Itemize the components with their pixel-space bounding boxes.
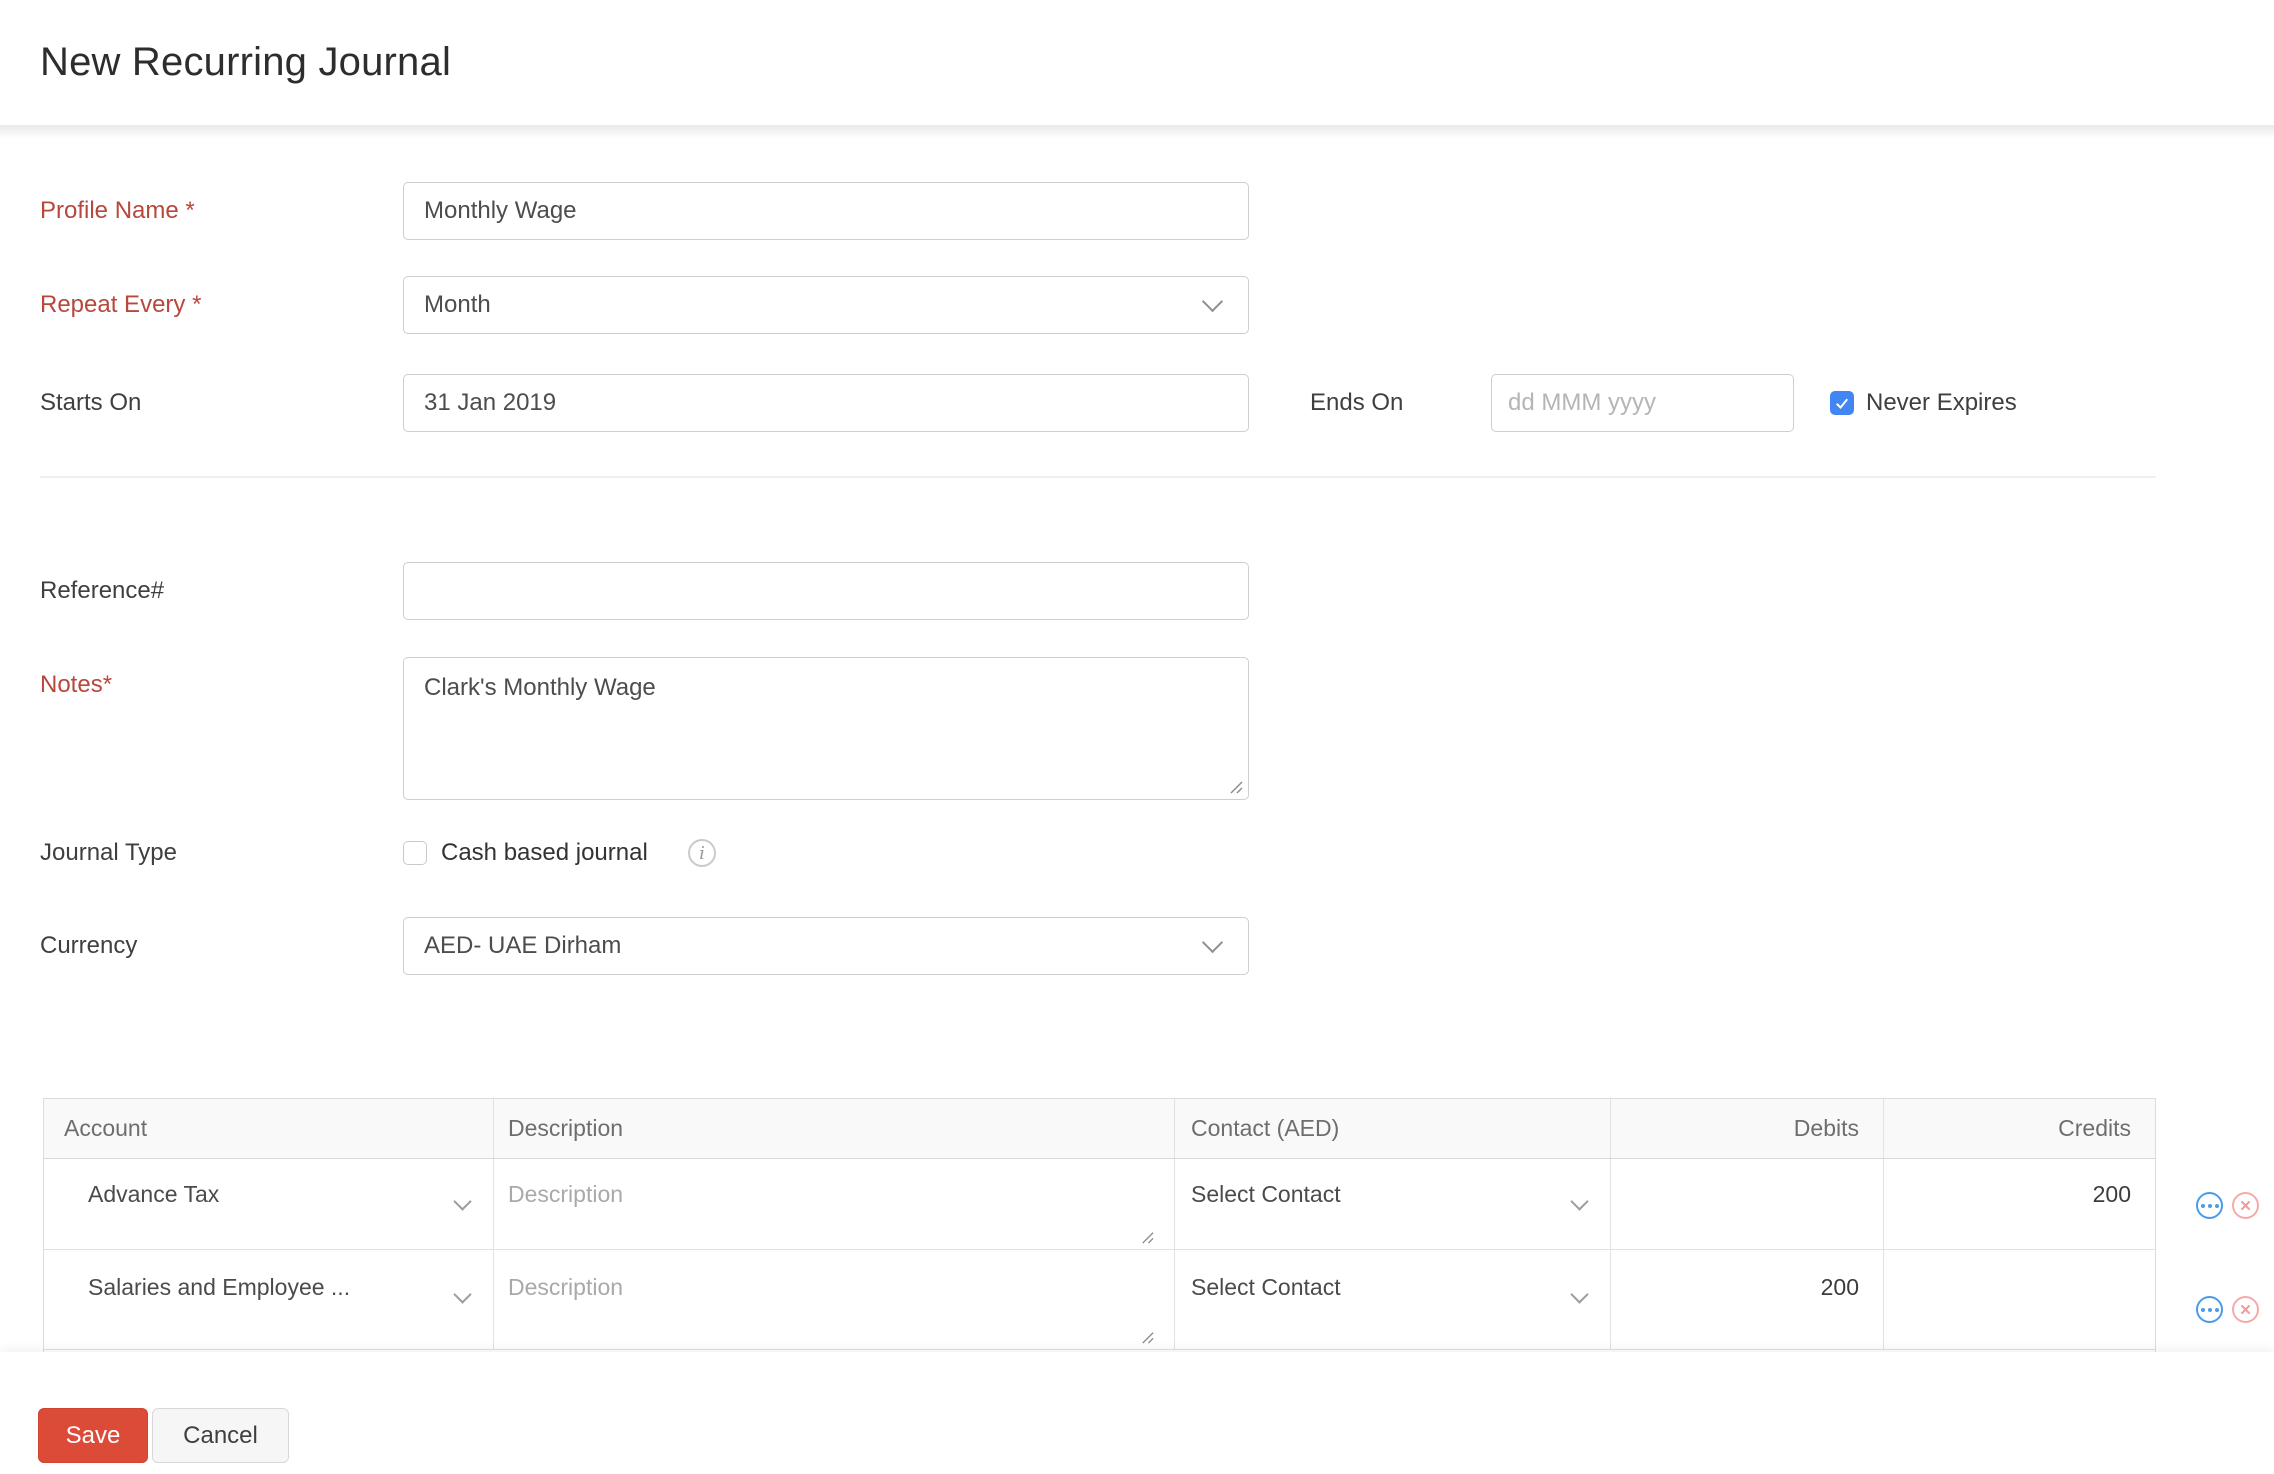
table-row: Salaries and Employee ... Description Se…	[44, 1250, 2155, 1350]
description-placeholder: Description	[508, 1274, 624, 1300]
journal-lines-table: Account Description Contact (AED) Debits…	[43, 1098, 2156, 1352]
chevron-down-icon	[453, 1285, 472, 1304]
credits-value: 200	[2092, 1181, 2131, 1207]
description-placeholder: Description	[508, 1181, 624, 1207]
notes-textarea[interactable]: Clark's Monthly Wage	[403, 657, 1249, 800]
chevron-down-icon	[1201, 931, 1224, 954]
debits-value: 200	[1820, 1274, 1859, 1300]
resize-grip-icon[interactable]	[1139, 1329, 1154, 1344]
column-header-contact: Contact (AED)	[1175, 1099, 1611, 1158]
journal-type-label: Journal Type	[40, 839, 177, 866]
chevron-down-icon	[453, 1192, 472, 1211]
ends-on-input[interactable]	[1491, 374, 1794, 432]
debits-input[interactable]	[1611, 1159, 1884, 1249]
never-expires-label: Never Expires	[1866, 389, 2017, 416]
cash-based-journal-checkbox[interactable]	[403, 841, 427, 865]
contact-value: Select Contact	[1191, 1181, 1341, 1207]
reference-label: Reference#	[40, 577, 165, 604]
row-menu-button[interactable]	[2196, 1296, 2223, 1323]
footer-bar	[0, 1352, 2274, 1474]
credits-input[interactable]	[1884, 1250, 2155, 1349]
notes-label: Notes*	[40, 671, 113, 698]
table-row: Advance Tax Description Select Contact 2…	[44, 1159, 2155, 1250]
account-value: Advance Tax	[88, 1181, 220, 1207]
ends-on-label: Ends On	[1310, 389, 1404, 416]
reference-input[interactable]	[403, 562, 1249, 620]
account-select[interactable]: Salaries and Employee ...	[44, 1250, 494, 1349]
repeat-every-label: Repeat Every *	[40, 291, 202, 318]
account-value: Salaries and Employee ...	[88, 1274, 351, 1300]
chevron-down-icon	[1570, 1285, 1589, 1304]
starts-on-input[interactable]	[403, 374, 1249, 432]
remove-row-button[interactable]: ✕	[2232, 1192, 2259, 1219]
never-expires-checkbox[interactable]	[1830, 391, 1854, 415]
credits-input[interactable]: 200	[1884, 1159, 2155, 1249]
ellipsis-icon	[2200, 1307, 2205, 1312]
row-menu-button[interactable]	[2196, 1192, 2223, 1219]
repeat-every-value: Month	[424, 291, 491, 318]
check-icon	[1836, 398, 1849, 409]
column-header-account: Account	[44, 1099, 494, 1158]
column-header-description: Description	[494, 1099, 1175, 1158]
description-textarea[interactable]: Description	[494, 1250, 1175, 1349]
repeat-every-select[interactable]: Month	[403, 276, 1249, 334]
notes-value: Clark's Monthly Wage	[424, 674, 656, 701]
chevron-down-icon	[1201, 290, 1224, 313]
table-header-row: Account Description Contact (AED) Debits…	[44, 1099, 2155, 1159]
starts-on-label: Starts On	[40, 389, 142, 416]
page-title: New Recurring Journal	[40, 40, 452, 84]
save-button[interactable]: Save	[38, 1408, 148, 1463]
currency-value: AED- UAE Dirham	[424, 932, 622, 959]
cash-based-journal-label: Cash based journal	[441, 839, 648, 866]
column-header-credits: Credits	[2058, 1115, 2131, 1141]
description-textarea[interactable]: Description	[494, 1159, 1175, 1249]
resize-grip-icon[interactable]	[1139, 1229, 1154, 1244]
remove-row-button[interactable]: ✕	[2232, 1296, 2259, 1323]
cancel-button[interactable]: Cancel	[152, 1408, 289, 1463]
new-recurring-journal-page: New Recurring Journal Profile Name * Rep…	[0, 0, 2274, 1474]
currency-label: Currency	[40, 932, 138, 959]
profile-name-label: Profile Name *	[40, 197, 195, 224]
account-select[interactable]: Advance Tax	[44, 1159, 494, 1249]
profile-name-input[interactable]	[403, 182, 1249, 240]
contact-select[interactable]: Select Contact	[1175, 1159, 1611, 1249]
debits-input[interactable]: 200	[1611, 1250, 1884, 1349]
ellipsis-icon	[2200, 1203, 2205, 1208]
column-header-debits: Debits	[1611, 1099, 1884, 1158]
section-divider	[40, 476, 2156, 478]
resize-grip-icon[interactable]	[1227, 778, 1243, 794]
header-divider	[0, 125, 2274, 139]
info-icon[interactable]: i	[688, 839, 716, 867]
contact-value: Select Contact	[1191, 1274, 1341, 1300]
x-icon: ✕	[2239, 1301, 2252, 1319]
chevron-down-icon	[1570, 1192, 1589, 1211]
contact-select[interactable]: Select Contact	[1175, 1250, 1611, 1349]
x-icon: ✕	[2239, 1197, 2252, 1215]
currency-select[interactable]: AED- UAE Dirham	[403, 917, 1249, 975]
